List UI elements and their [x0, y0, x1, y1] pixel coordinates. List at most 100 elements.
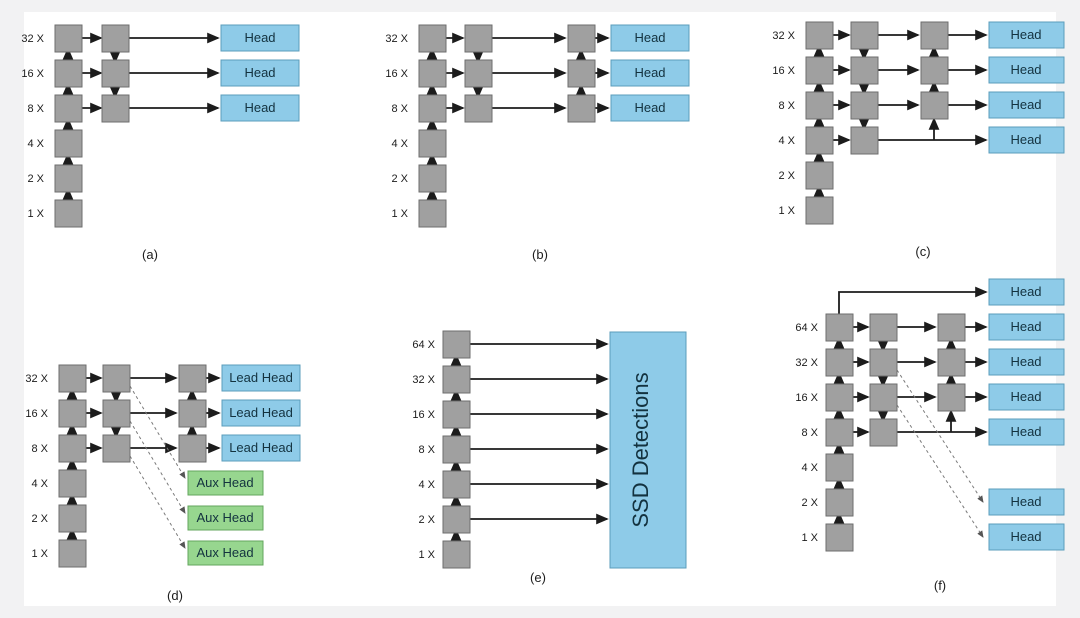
scale-label: 4 X: [31, 478, 48, 490]
neck-block: [178, 399, 207, 428]
head-label: Head: [1010, 424, 1041, 439]
aux-head-box[interactable]: Aux Head: [187, 540, 264, 566]
head-box[interactable]: Head: [220, 94, 300, 122]
head-label: Head: [1010, 529, 1041, 544]
neck-block: [567, 24, 596, 53]
backbone-block: [58, 469, 87, 498]
backbone-block: [442, 400, 471, 429]
head-label: Head: [1010, 132, 1041, 147]
backbone-block: [54, 59, 83, 88]
head-box[interactable]: Head: [988, 313, 1065, 341]
bypass-link: [838, 286, 988, 314]
lead-head-box[interactable]: Lead Head: [221, 434, 301, 462]
head-box[interactable]: Head: [988, 348, 1065, 376]
backbone-block: [418, 129, 447, 158]
backbone-block: [418, 199, 447, 228]
backbone-block: [58, 539, 87, 568]
head-box[interactable]: Head: [988, 91, 1065, 119]
neck-block: [101, 24, 130, 53]
panel-d: 32 X 16 X 8 X 4 X 2 X 1 X Lead Head Lead…: [0, 340, 360, 603]
scale-label: 16 X: [412, 409, 435, 421]
head-box[interactable]: Head: [610, 94, 690, 122]
head-box[interactable]: Head: [220, 24, 300, 52]
scale-label: 32 X: [772, 30, 795, 42]
neck-block: [937, 348, 966, 377]
neck-block: [920, 56, 949, 85]
panel-a: 32 X 16 X 8 X 4 X 2 X 1 X Head Head Head…: [0, 0, 360, 262]
scale-label: 2 X: [418, 514, 435, 526]
backbone-block: [805, 21, 834, 50]
head-box[interactable]: Head: [988, 278, 1065, 306]
ssd-detections-block[interactable]: SSD Detections: [609, 331, 687, 569]
figure-canvas: 32 X 16 X 8 X 4 X 2 X 1 X Head Head Head…: [0, 0, 1080, 618]
backbone-block: [442, 505, 471, 534]
head-box[interactable]: Head: [988, 126, 1065, 154]
head-box[interactable]: Head: [220, 59, 300, 87]
head-label: Head: [634, 100, 665, 115]
panel-caption: (c): [915, 244, 931, 259]
aux-link-dashed: [896, 404, 984, 538]
scale-label: 16 X: [795, 392, 818, 404]
neck-block: [850, 91, 879, 120]
head-box[interactable]: Head: [988, 418, 1065, 446]
backbone-block: [442, 365, 471, 394]
panel-b: 32 X 16 X 8 X 4 X 2 X 1 X Head Head Head…: [360, 0, 720, 262]
head-label: Head: [1010, 284, 1041, 299]
scale-label: 1 X: [31, 548, 48, 560]
backbone-block: [825, 523, 854, 552]
lead-head-box[interactable]: Lead Head: [221, 364, 301, 392]
neck-block: [464, 59, 493, 88]
neck-block: [567, 59, 596, 88]
scale-label: 4 X: [418, 479, 435, 491]
backbone-block: [805, 56, 834, 85]
neck-block: [101, 59, 130, 88]
head-box[interactable]: Head: [610, 59, 690, 87]
scale-label: 4 X: [778, 135, 795, 147]
backbone-block: [442, 470, 471, 499]
neck-block: [178, 364, 207, 393]
scale-label: 8 X: [31, 443, 48, 455]
head-box[interactable]: Head: [988, 56, 1065, 84]
neck-block: [869, 348, 898, 377]
panel-caption: (a): [142, 247, 158, 262]
backbone-block: [58, 504, 87, 533]
neck-block: [937, 313, 966, 342]
scale-label: 64 X: [412, 339, 435, 351]
scale-label: 2 X: [391, 173, 408, 185]
panel-e: 64 X 32 X 16 X 8 X 4 X 2 X 1 X SSD Detec…: [360, 300, 720, 590]
backbone-block: [805, 91, 834, 120]
scale-label: 2 X: [27, 173, 44, 185]
head-label: Head: [244, 30, 275, 45]
neck-block: [869, 313, 898, 342]
neck-block: [464, 24, 493, 53]
scale-label: 32 X: [21, 33, 44, 45]
scale-label: 2 X: [778, 170, 795, 182]
aux-head-box[interactable]: Aux Head: [187, 505, 264, 531]
backbone-block: [442, 330, 471, 359]
scale-label: 1 X: [778, 205, 795, 217]
neck-block: [920, 91, 949, 120]
scale-label: 16 X: [21, 68, 44, 80]
lead-head-box[interactable]: Lead Head: [221, 399, 301, 427]
backbone-block: [58, 434, 87, 463]
head-box[interactable]: Head: [610, 24, 690, 52]
scale-label: 64 X: [795, 322, 818, 334]
neck-block: [178, 434, 207, 463]
head-box[interactable]: Head: [988, 523, 1065, 551]
head-label: Head: [1010, 354, 1041, 369]
head-box[interactable]: Head: [988, 383, 1065, 411]
scale-label: 32 X: [795, 357, 818, 369]
head-box[interactable]: Head: [988, 488, 1065, 516]
aux-head-box[interactable]: Aux Head: [187, 470, 264, 496]
scale-label: 4 X: [27, 138, 44, 150]
backbone-block: [58, 364, 87, 393]
backbone-block: [825, 453, 854, 482]
head-box[interactable]: Head: [988, 21, 1065, 49]
ssd-label: SSD Detections: [628, 372, 653, 527]
neck-block: [937, 383, 966, 412]
aux-link-dashed: [129, 420, 186, 514]
scale-label: 2 X: [31, 513, 48, 525]
head-label: Head: [1010, 62, 1041, 77]
backbone-block: [442, 540, 471, 569]
neck-block: [102, 434, 131, 463]
